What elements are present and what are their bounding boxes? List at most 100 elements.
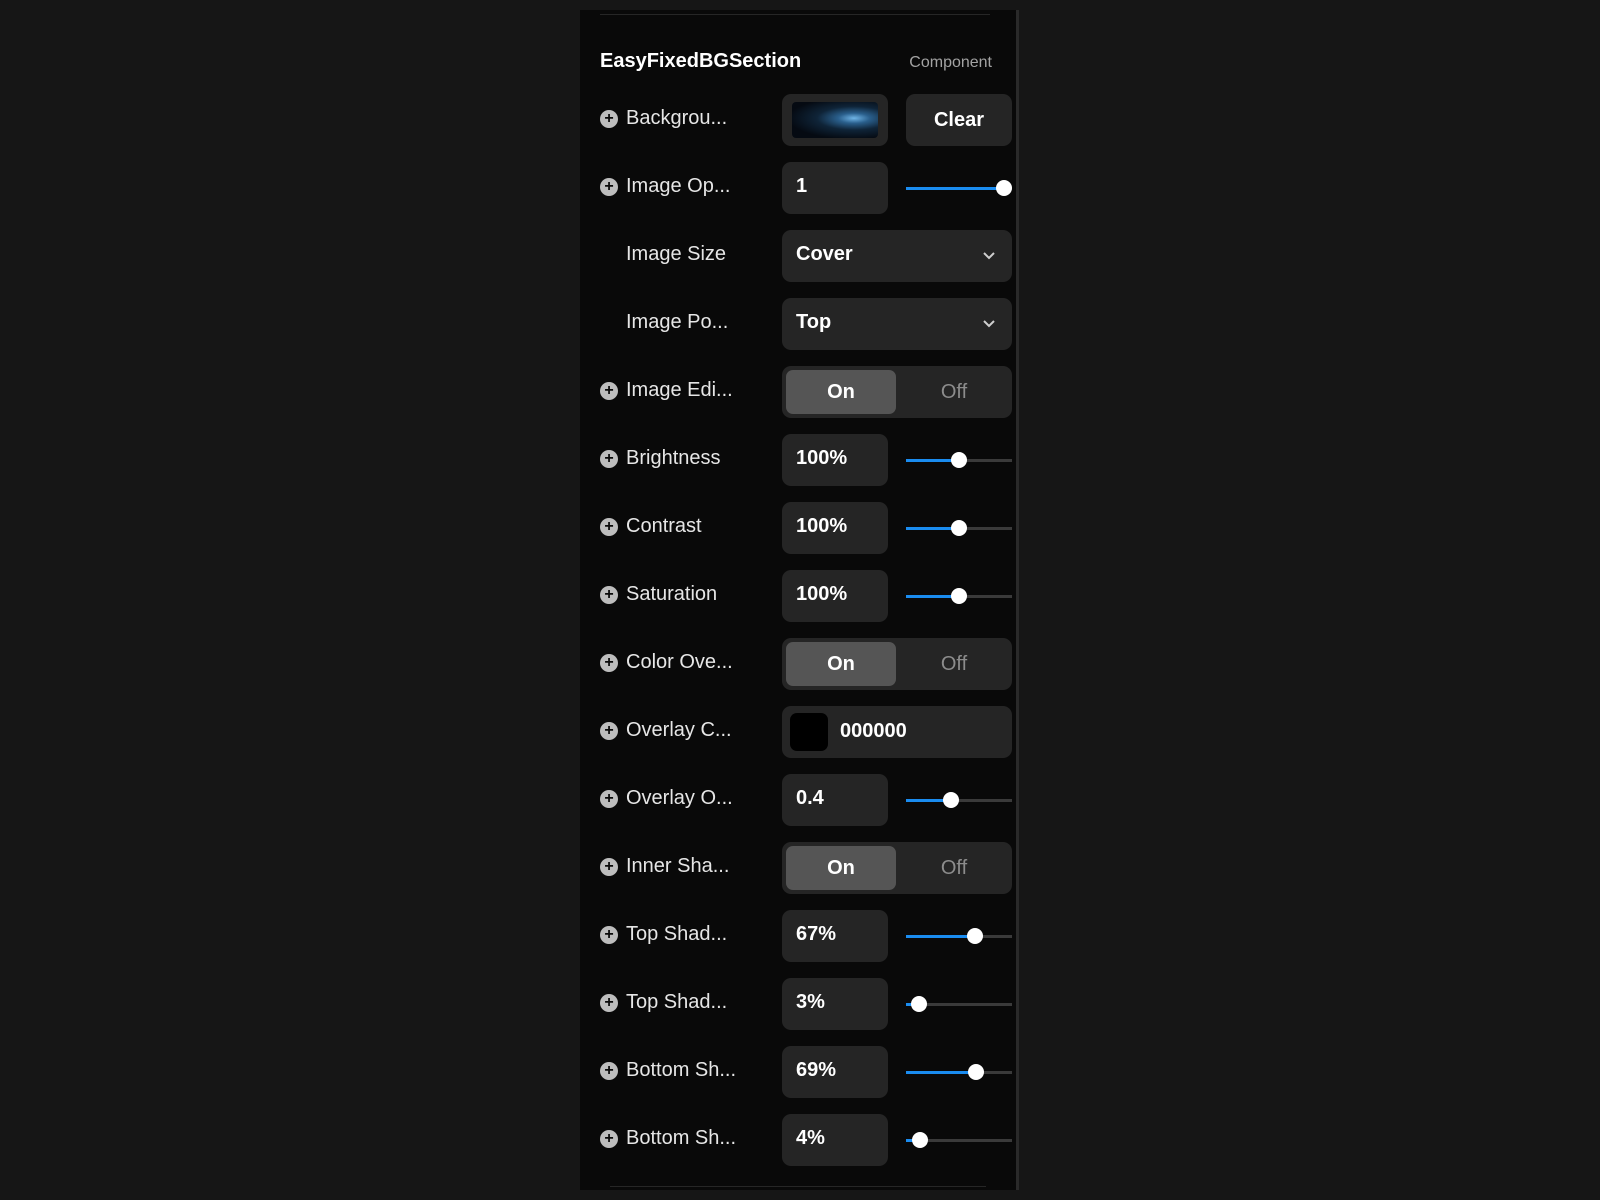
top-shadow-strength-input[interactable]: 3% xyxy=(782,978,888,1030)
row-color-overlay: + Color Ove... On Off xyxy=(600,638,1012,690)
chevron-down-icon xyxy=(983,320,995,328)
component-title: EasyFixedBGSection xyxy=(600,50,802,72)
plus-circle-icon[interactable]: + xyxy=(600,1062,618,1080)
overlay-opacity-slider[interactable] xyxy=(906,792,1012,808)
color-overlay-on-option[interactable]: On xyxy=(786,642,896,686)
image-edit-off-option[interactable]: Off xyxy=(900,370,1008,414)
saturation-input[interactable]: 100% xyxy=(782,570,888,622)
row-top-shadow-size: + Top Shad... 67% xyxy=(600,910,1012,962)
top-shadow-size-input[interactable]: 67% xyxy=(782,910,888,962)
bottom-shadow-strength-label: Bottom Sh... xyxy=(626,1127,737,1149)
background-image-picker[interactable] xyxy=(782,94,888,146)
panel-scrollbar[interactable] xyxy=(1016,10,1019,1190)
contrast-label: Contrast xyxy=(626,515,702,537)
brightness-slider[interactable] xyxy=(906,452,1012,468)
slider-handle[interactable] xyxy=(996,180,1012,196)
image-position-select[interactable]: Top xyxy=(782,298,1012,350)
row-image-size: Image Size Cover xyxy=(600,230,1012,282)
background-label: Backgrou... xyxy=(626,107,728,129)
brightness-input[interactable]: 100% xyxy=(782,434,888,486)
inner-shadow-on-option[interactable]: On xyxy=(786,846,896,890)
slider-fill xyxy=(906,1071,976,1074)
row-saturation: + Saturation 100% xyxy=(600,570,1012,622)
row-brightness: + Brightness 100% xyxy=(600,434,1012,486)
image-size-value: Cover xyxy=(796,243,853,265)
inner-shadow-off-option[interactable]: Off xyxy=(900,846,1008,890)
panel-header: EasyFixedBGSection Component xyxy=(600,44,992,78)
bottom-shadow-size-input[interactable]: 69% xyxy=(782,1046,888,1098)
chevron-down-icon xyxy=(983,252,995,260)
plus-circle-icon[interactable]: + xyxy=(600,790,618,808)
row-overlay-opacity: + Overlay O... 0.4 xyxy=(600,774,1012,826)
slider-handle[interactable] xyxy=(951,452,967,468)
slider-handle[interactable] xyxy=(966,928,983,944)
row-contrast: + Contrast 100% xyxy=(600,502,1012,554)
bottom-shadow-size-label: Bottom Sh... xyxy=(626,1059,737,1081)
row-inner-shadow: + Inner Sha... On Off xyxy=(600,842,1012,894)
image-position-value: Top xyxy=(796,311,832,333)
slider-handle[interactable] xyxy=(910,996,927,1012)
color-overlay-off-option[interactable]: Off xyxy=(900,642,1008,686)
top-shadow-strength-label: Top Shad... xyxy=(626,991,728,1013)
row-bottom-shadow-strength: + Bottom Sh... 4% xyxy=(600,1114,1012,1166)
top-shadow-strength-slider[interactable] xyxy=(906,996,1012,1012)
overlay-color-field[interactable]: 000000 xyxy=(782,706,1012,758)
image-opacity-slider[interactable] xyxy=(906,180,1012,196)
clear-button[interactable]: Clear xyxy=(906,94,1012,146)
color-overlay-label: Color Ove... xyxy=(626,651,733,673)
component-kind-label: Component xyxy=(909,54,992,71)
row-bottom-shadow-size: + Bottom Sh... 69% xyxy=(600,1046,1012,1098)
contrast-input[interactable]: 100% xyxy=(782,502,888,554)
slider-fill xyxy=(906,935,975,938)
overlay-opacity-label: Overlay O... xyxy=(626,787,733,809)
properties-panel: EasyFixedBGSection Component + Backgrou.… xyxy=(580,10,1018,1190)
overlay-color-hex: 000000 xyxy=(840,720,907,742)
row-top-shadow-strength: + Top Shad... 3% xyxy=(600,978,1012,1030)
row-image-opacity: + Image Op... 1 xyxy=(600,162,1012,214)
plus-circle-icon[interactable]: + xyxy=(600,1130,618,1148)
plus-circle-icon[interactable]: + xyxy=(600,994,618,1012)
plus-circle-icon[interactable]: + xyxy=(600,586,618,604)
plus-circle-icon[interactable]: + xyxy=(600,518,618,536)
row-image-position: Image Po... Top xyxy=(600,298,1012,350)
bottom-shadow-strength-slider[interactable] xyxy=(906,1132,1012,1148)
plus-circle-icon[interactable]: + xyxy=(600,450,618,468)
background-thumbnail xyxy=(792,102,878,138)
plus-circle-icon[interactable]: + xyxy=(600,110,618,128)
bottom-shadow-size-slider[interactable] xyxy=(906,1064,1012,1080)
plus-circle-icon[interactable]: + xyxy=(600,382,618,400)
image-edit-on-option[interactable]: On xyxy=(786,370,896,414)
top-divider xyxy=(600,14,990,15)
row-image-edit: + Image Edi... On Off xyxy=(600,366,1012,418)
slider-handle[interactable] xyxy=(951,588,967,604)
inner-shadow-label: Inner Sha... xyxy=(626,855,730,877)
plus-circle-icon[interactable]: + xyxy=(600,858,618,876)
plus-circle-icon[interactable]: + xyxy=(600,722,618,740)
slider-handle[interactable] xyxy=(942,792,959,808)
saturation-label: Saturation xyxy=(626,583,718,605)
overlay-opacity-input[interactable]: 0.4 xyxy=(782,774,888,826)
top-shadow-size-label: Top Shad... xyxy=(626,923,728,945)
inner-shadow-toggle: On Off xyxy=(782,842,1012,894)
image-position-label: Image Po... xyxy=(626,311,729,333)
color-swatch[interactable] xyxy=(790,713,828,751)
image-opacity-input[interactable]: 1 xyxy=(782,162,888,214)
slider-handle[interactable] xyxy=(967,1064,984,1080)
contrast-slider[interactable] xyxy=(906,520,1012,536)
plus-circle-icon[interactable]: + xyxy=(600,926,618,944)
image-size-select[interactable]: Cover xyxy=(782,230,1012,282)
row-background: + Backgrou... Clear xyxy=(600,94,1012,146)
slider-fill xyxy=(906,187,1004,190)
saturation-slider[interactable] xyxy=(906,588,1012,604)
plus-circle-icon[interactable]: + xyxy=(600,654,618,672)
plus-circle-icon[interactable]: + xyxy=(600,178,618,196)
bottom-shadow-strength-input[interactable]: 4% xyxy=(782,1114,888,1166)
image-size-label: Image Size xyxy=(626,243,727,265)
top-shadow-size-slider[interactable] xyxy=(906,928,1012,944)
slider-handle[interactable] xyxy=(911,1132,928,1148)
image-edit-label: Image Edi... xyxy=(626,379,733,401)
color-overlay-toggle: On Off xyxy=(782,638,1012,690)
slider-handle[interactable] xyxy=(951,520,967,536)
image-opacity-label: Image Op... xyxy=(626,175,731,197)
image-edit-toggle: On Off xyxy=(782,366,1012,418)
